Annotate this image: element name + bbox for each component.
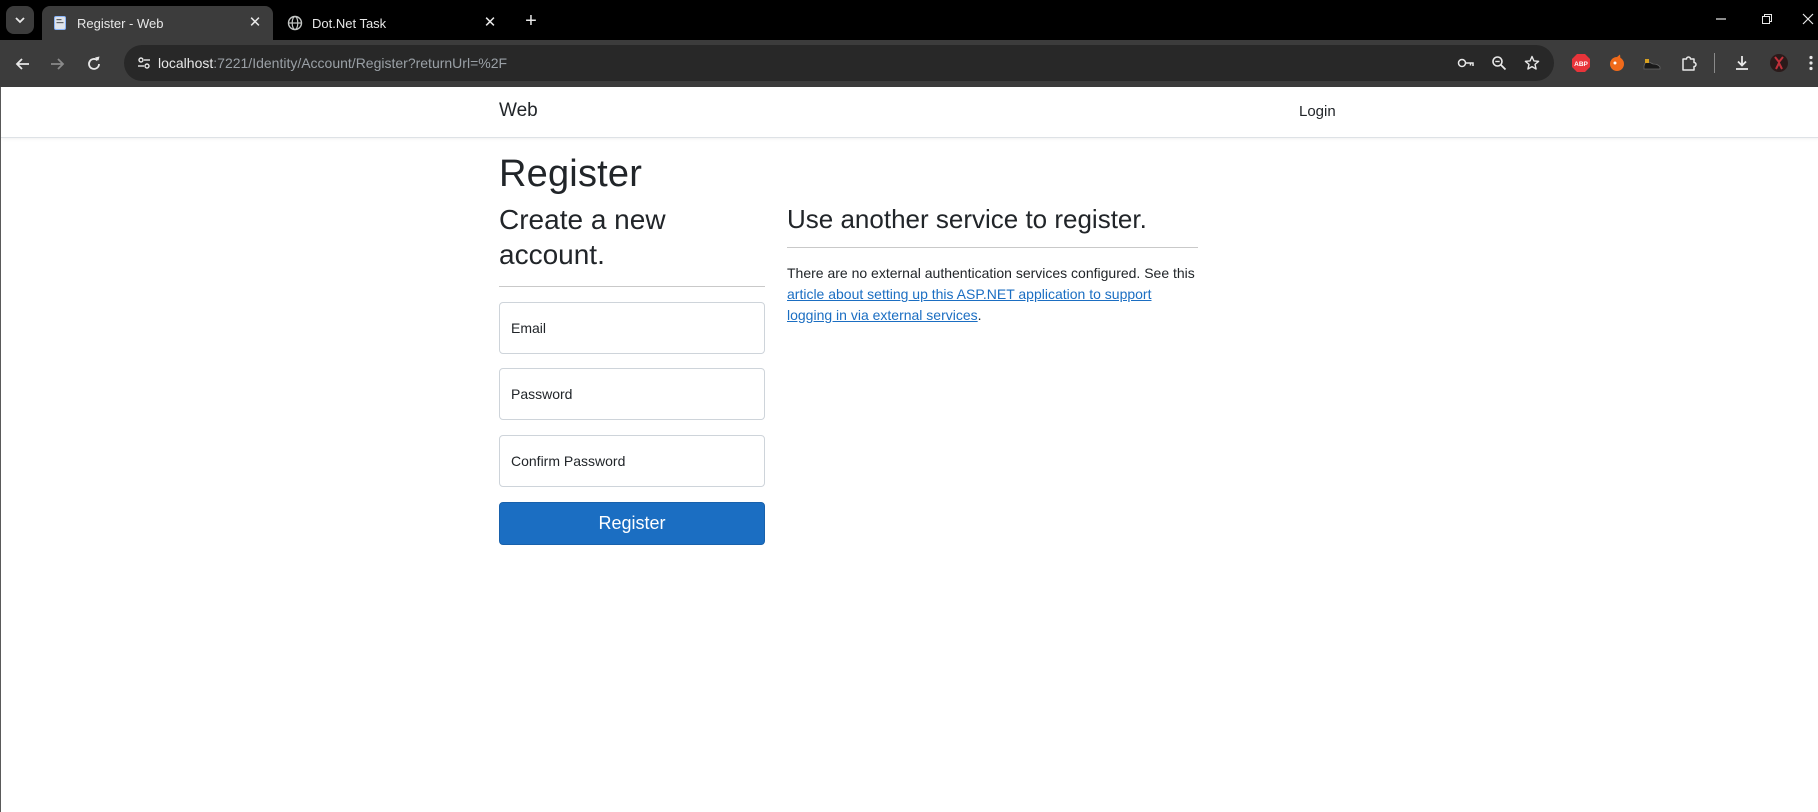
email-field[interactable] (499, 302, 765, 354)
adblock-icon: ABP (1572, 54, 1590, 72)
site-info-button[interactable] (132, 51, 156, 75)
tab-title: Register - Web (77, 15, 164, 31)
minimize-icon (1716, 18, 1726, 20)
site-info-icon (138, 57, 150, 69)
forward-button[interactable] (44, 51, 70, 77)
divider (499, 286, 765, 287)
divider (787, 247, 1198, 248)
external-login-info: There are no external authentication ser… (787, 263, 1198, 326)
zoom-icon (1492, 56, 1507, 71)
tab-dotnet-task[interactable]: Dot.Net Task ✕ (277, 6, 508, 40)
browser-toolbar: localhost:7221/Identity/Account/Register… (0, 40, 1818, 87)
svg-text:ABP: ABP (1574, 61, 1588, 68)
tab-title: Dot.Net Task (312, 15, 387, 31)
plus-icon: + (525, 10, 537, 32)
new-tab-button[interactable]: + (518, 8, 544, 34)
close-icon (1802, 13, 1813, 25)
star-icon (1524, 55, 1540, 70)
url-text[interactable]: localhost:7221/Identity/Account/Register… (158, 45, 507, 81)
tab-register[interactable]: Register - Web ✕ (42, 6, 273, 40)
zoom-button[interactable] (1487, 51, 1511, 75)
orange-extension-button[interactable] (1605, 51, 1629, 75)
back-button[interactable] (10, 51, 36, 77)
register-button[interactable]: Register (499, 502, 765, 545)
external-info-period: . (977, 307, 982, 323)
close-icon[interactable]: ✕ (247, 15, 263, 31)
close-window-button[interactable] (1797, 8, 1818, 32)
site-navbar: Web Login (1, 87, 1818, 138)
browser-tab-bar: Register - Web ✕ Dot.Net Task ✕ + (0, 0, 1818, 40)
browser-menu-button[interactable] (1804, 51, 1818, 75)
url-path: :7221/Identity/Account/Register?returnUr… (213, 55, 508, 71)
tab-search-button[interactable] (6, 6, 34, 34)
reload-button[interactable] (81, 51, 107, 77)
url-host: localhost (158, 55, 214, 71)
password-manager-button[interactable] (1454, 51, 1478, 75)
puzzle-icon (1682, 56, 1697, 71)
minimize-button[interactable] (1709, 8, 1733, 32)
reload-icon (88, 56, 100, 70)
page-icon (54, 16, 66, 30)
adblock-extension-button[interactable]: ABP (1569, 51, 1593, 75)
extension-orange-icon (1610, 54, 1624, 71)
restore-button[interactable] (1755, 8, 1779, 32)
extension-shoe-icon (1643, 59, 1661, 70)
address-bar[interactable]: localhost:7221/Identity/Account/Register… (124, 45, 1554, 81)
brand-link[interactable]: Web (499, 100, 538, 122)
page-title: Register (499, 153, 643, 195)
register-subtitle: Create a new account. (499, 204, 666, 270)
download-icon (1736, 56, 1748, 70)
login-link[interactable]: Login (1299, 103, 1336, 120)
back-arrow-icon (15, 58, 29, 70)
confirm-password-field[interactable] (499, 435, 765, 487)
close-icon[interactable]: ✕ (482, 15, 498, 31)
restore-icon (1762, 14, 1772, 24)
password-field[interactable] (499, 368, 765, 420)
external-login-title: Use another service to register. (787, 204, 1147, 234)
globe-icon (287, 15, 303, 31)
bookmark-button[interactable] (1520, 51, 1544, 75)
web-page: Web Login Register Create a new account.… (0, 87, 1818, 812)
shoe-extension-button[interactable] (1640, 51, 1664, 75)
external-info-text: There are no external authentication ser… (787, 265, 1195, 281)
extensions-button[interactable] (1677, 51, 1701, 75)
external-services-article-link[interactable]: article about setting up this ASP.NET ap… (787, 286, 1152, 323)
toolbar-divider (1714, 53, 1715, 73)
kebab-menu-icon (1809, 55, 1813, 71)
avatar-icon (1770, 54, 1788, 72)
downloads-button[interactable] (1730, 51, 1754, 75)
chevron-down-icon (15, 17, 25, 24)
forward-arrow-icon (51, 58, 65, 70)
profile-avatar-button[interactable] (1767, 51, 1791, 75)
key-icon (1457, 58, 1474, 68)
